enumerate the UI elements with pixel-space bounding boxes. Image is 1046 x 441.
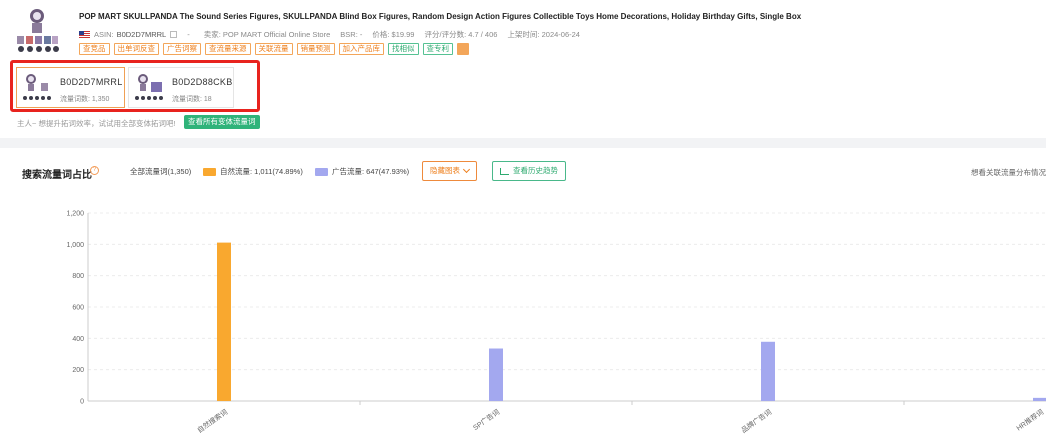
y-tick-label: 200 [72,367,84,374]
launch-date-text: 上架时间: 2024-06-24 [507,30,580,39]
dash-text: - [187,30,190,39]
tag-traffic-source[interactable]: 查流量来源 [205,43,251,55]
hint-text: 主人~ 想提升拓词效率，试试用全部变体拓词吧! [17,119,176,128]
us-flag-icon [79,31,90,38]
chart-card: 搜索流量词占比 ? 全部流量词(1,350) 自然流量: 1,011(74.89… [0,148,1046,441]
tag-find-similar[interactable]: 找相似 [388,43,419,55]
more-icon[interactable] [457,43,469,55]
product-card: POP MART SKULLPANDA The Sound Series Fig… [0,0,1046,138]
tag-add-to-library[interactable]: 加入产品库 [338,43,384,55]
bsr-text: BSR: - [340,30,363,39]
seller-text[interactable]: 卖家: POP MART Official Online Store [204,29,331,40]
asin-label: ASIN: [94,30,114,39]
tag-check-patent[interactable]: 查专利 [422,43,453,55]
tag-sales-forecast[interactable]: 销量预测 [296,43,335,55]
x-tick-label: SP广告词 [471,407,501,432]
asin-value[interactable]: B0D2D7MRRL [117,30,167,39]
action-tags: 查竞品 出单词反查 广告词察 查流量来源 关联流量 销量预测 加入产品库 找相似… [79,43,469,55]
bar-ad [761,341,775,401]
y-tick-label: 1,200 [66,211,84,218]
price-text: 价格: $19.99 [372,30,415,39]
external-link-icon[interactable] [170,31,178,38]
x-tick-label: HR推荐词 [1014,407,1045,432]
tag-ad-keywords[interactable]: 广告词察 [163,43,201,55]
x-tick-label: 品牌广告词 [739,407,773,434]
y-tick-label: 600 [72,305,84,312]
bar-ad [1033,397,1046,401]
y-tick-label: 800 [72,273,84,280]
view-all-variants-button[interactable]: 查看所有变体流量词 [184,115,260,129]
y-tick-label: 1,000 [66,242,84,249]
x-tick-label: 自然搜索词 [195,407,229,434]
bar-natural [217,242,231,401]
tag-order-keywords[interactable]: 出单词反查 [113,43,159,55]
highlight-box [10,60,260,112]
tag-related-traffic[interactable]: 关联流量 [254,43,293,55]
product-meta: ASIN: B0D2D7MRRL - 卖家: POP MART Official… [79,29,580,40]
y-tick-label: 400 [72,336,84,343]
bar-ad [489,348,503,401]
y-tick-label: 0 [80,399,84,406]
rating-text: 评分/评分数: 4.7 / 406 [424,30,498,39]
tag-competitors[interactable]: 查竞品 [79,43,110,55]
product-title[interactable]: POP MART SKULLPANDA The Sound Series Fig… [79,12,801,21]
product-thumbnail[interactable] [14,6,60,54]
traffic-bar-chart: 0 200 400 600 800 1,000 1,200 自然搜索词 SP广告词 品牌广告词 HR… [66,211,1046,435]
